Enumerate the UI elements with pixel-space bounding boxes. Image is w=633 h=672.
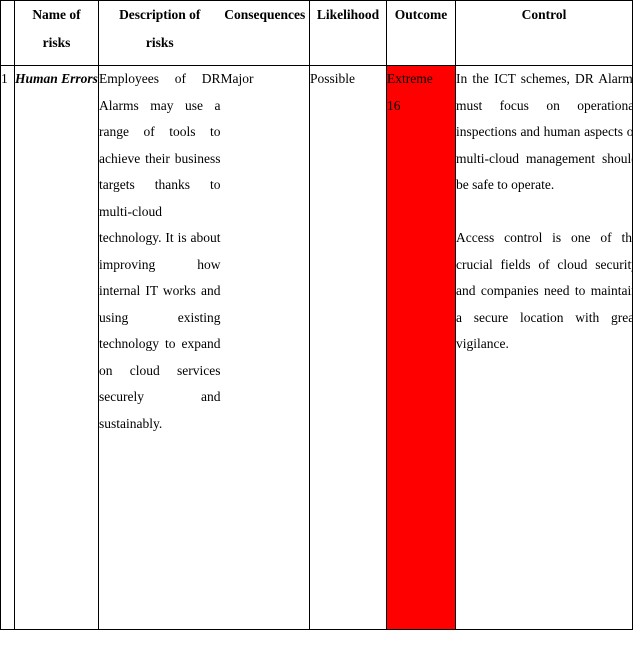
header-cell-consequences: Consequences (220, 0, 310, 67)
header-outcome-label: Outcome (394, 7, 448, 22)
table-row: 1 Human Errors Employees of DR Alarms ma… (0, 65, 633, 630)
header-name-of-risks-line2: risks (42, 35, 71, 50)
row-outcome-label: Extreme (387, 71, 433, 87)
header-name-of-risks-line1: Name of (32, 7, 81, 22)
row-outcome-score: 16 (387, 97, 401, 113)
header-cell-description-of-risks: Description of risks (98, 0, 221, 67)
row-likelihood-cell: Possible (309, 65, 387, 630)
header-description-of-risks-line2: risks (145, 35, 174, 50)
row-name-of-risks-cell: Human Errors (14, 65, 99, 630)
header-likelihood-label: Likelihood (316, 7, 380, 22)
row-control-paragraph-1: In the ICT schemes, DR Alarms must focus… (456, 71, 633, 193)
header-cell-number (0, 0, 15, 67)
header-cell-control: Control (455, 0, 633, 67)
row-number-cell: 1 (0, 65, 15, 630)
header-consequences-label: Consequences (224, 7, 306, 22)
row-description-value: Employees of DR Alarms may use a range o… (99, 71, 221, 431)
header-description-of-risks-line1: Description of (119, 7, 201, 22)
table-header-row: Name of risks Description of risks Conse… (0, 0, 633, 67)
row-consequences-cell: Major (220, 65, 310, 630)
row-control-cell: In the ICT schemes, DR Alarms must focus… (455, 65, 633, 630)
row-description-cell: Employees of DR Alarms may use a range o… (98, 65, 221, 630)
header-cell-likelihood: Likelihood (309, 0, 387, 67)
row-control-paragraph-2: Access control is one of the crucial fie… (456, 230, 633, 352)
header-control-label: Control (521, 7, 567, 22)
row-number-value: 1 (1, 71, 8, 87)
row-outcome-cell: Extreme 16 (386, 65, 456, 630)
risk-assessment-table: Name of risks Description of risks Conse… (0, 0, 633, 630)
header-cell-name-of-risks: Name of risks (14, 0, 99, 67)
row-name-of-risks-value: Human Errors (15, 71, 98, 87)
header-cell-outcome: Outcome (386, 0, 456, 67)
row-likelihood-value: Possible (310, 71, 356, 87)
row-consequences-value: Major (220, 71, 254, 87)
